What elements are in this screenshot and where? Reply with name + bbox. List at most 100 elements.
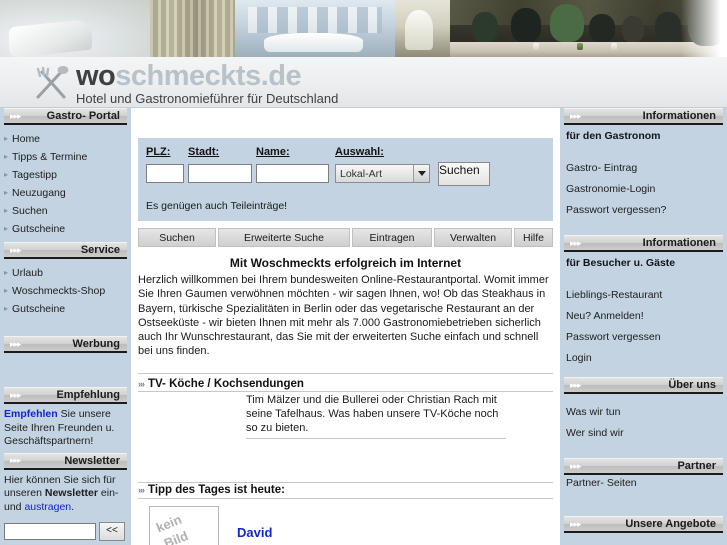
section-arrows-icon: ▸▸▸ — [570, 237, 582, 248]
tab-suchen[interactable]: Suchen — [138, 228, 216, 247]
tab-eintragen[interactable]: Eintragen — [352, 228, 432, 247]
right-link-partner-seiten[interactable]: Partner- Seiten — [560, 475, 727, 494]
intro-paragraph: Herzlich willkommen bei Ihrem bundesweit… — [138, 274, 549, 358]
section-arrows-icon: ››› — [138, 485, 145, 495]
site-tagline: Hotel und Gastronomieführer für Deutschl… — [76, 91, 339, 106]
sidebar-item-gutscheine-service[interactable]: ▸ Gutscheine — [0, 300, 131, 318]
sidebar-item-tipps-termine[interactable]: ▸ Tipps & Termine — [0, 148, 131, 166]
tv-section-rule — [246, 438, 506, 439]
stadt-input[interactable] — [188, 164, 252, 183]
tipp-restaurant-name-link[interactable]: David — [237, 525, 272, 540]
lokal-art-select[interactable]: Lokal-Art — [335, 164, 430, 183]
label-plz: PLZ: — [146, 146, 171, 158]
right-section-subtitle: für den Gastronom — [566, 130, 661, 142]
tv-section-text: Tim Mälzer und die Bullerei oder Christi… — [246, 394, 499, 434]
empfehlen-link[interactable]: Empfehlen — [4, 408, 58, 420]
search-submit-label: Suchen — [439, 163, 480, 177]
divider-above-tv — [138, 373, 553, 374]
chevron-down-icon[interactable] — [413, 165, 429, 182]
right-sidebar: ▸▸▸ Informationen für den Gastronom Gast… — [560, 108, 727, 545]
divider-below-tv-heading — [138, 391, 553, 392]
plz-input[interactable] — [146, 164, 184, 183]
bullet-icon: ▸ — [4, 267, 9, 277]
section-arrows-icon: ▸▸▸ — [570, 379, 582, 390]
sidebar-item-woschmeckts-shop[interactable]: ▸ Woschmeckts-Shop — [0, 282, 131, 300]
right-link-passwort-vergessen[interactable]: Passwort vergessen? — [560, 200, 727, 221]
bullet-icon: ▸ — [4, 223, 9, 233]
sidebar-section-title: Empfehlung — [56, 389, 120, 401]
label-auswahl: Auswahl: — [335, 146, 384, 158]
sidebar-section-title: Newsletter — [64, 454, 120, 467]
section-arrows-icon: ▸▸▸ — [10, 338, 22, 349]
newsletter-bold: Newsletter — [44, 487, 98, 499]
bullet-icon: ▸ — [4, 169, 9, 179]
right-section-title: Unsere Angebote — [625, 518, 716, 530]
sidebar-section-header-empfehlung: ▸▸▸ Empfehlung — [4, 387, 127, 404]
newsletter-email-input[interactable] — [4, 523, 96, 540]
section-heading-label: TV- Köche / Kochsendungen — [148, 378, 304, 390]
banner-photo-window — [235, 0, 395, 57]
search-submit-button[interactable]: Suchen — [438, 162, 490, 186]
right-link-passwort-vergessen-2[interactable]: Passwort vergessen — [560, 327, 727, 348]
divider-above-tipp — [138, 482, 553, 483]
right-section-title: Über uns — [668, 379, 716, 391]
bullet-icon: ▸ — [4, 285, 9, 295]
newsletter-form: << — [0, 518, 131, 541]
logo-bar: woschmeckts.de Hotel und Gastronomieführ… — [0, 57, 727, 108]
right-section-header-informationen-besucher: ▸▸▸ Informationen — [564, 235, 723, 252]
sidebar-links-gastro-portal: ▸ Home ▸ Tipps & Termine ▸ Tagestipp ▸ N… — [0, 125, 131, 242]
main-nav-tabs: Suchen Erweiterte Suche Eintragen Verwal… — [138, 228, 553, 247]
lokal-art-selected-value: Lokal-Art — [340, 167, 383, 180]
right-link-neu-anmelden[interactable]: Neu? Anmelden! — [560, 306, 727, 327]
right-link-wer-sind-wir[interactable]: Wer sind wir — [560, 423, 727, 444]
tab-erweiterte-suche[interactable]: Erweiterte Suche — [218, 228, 350, 247]
newsletter-tail: . — [71, 500, 75, 513]
bullet-icon: ▸ — [4, 205, 9, 215]
banner-photo-curtain — [150, 0, 235, 57]
label-stadt: Stadt: — [188, 146, 220, 158]
logo-secondary-text: schmeckts.de — [115, 60, 302, 92]
sidebar-item-label: Gutscheine — [12, 222, 66, 235]
newsletter-text: Hier können Sie sich für unseren Newslet… — [0, 470, 131, 519]
sidebar-item-label: Neuzugang — [12, 186, 66, 199]
empfehlung-text: Empfehlen Sie unsere Seite Ihren Freunde… — [0, 404, 131, 453]
sidebar-item-label: Home — [12, 132, 41, 145]
page-root: woschmeckts.de Hotel und Gastronomieführ… — [0, 0, 727, 545]
right-section-header-unsere-angebote: ▸▸▸ Unsere Angebote — [564, 516, 723, 533]
bullet-icon: ▸ — [4, 133, 9, 143]
sidebar-item-gutscheine[interactable]: ▸ Gutscheine — [0, 220, 131, 238]
site-logo[interactable]: woschmeckts.de Hotel und Gastronomieführ… — [76, 60, 338, 106]
tab-verwalten[interactable]: Verwalten — [434, 228, 512, 247]
newsletter-submit-button[interactable]: << — [99, 522, 125, 541]
page-title: Mit Woschmeckts erfolgreich im Internet — [229, 256, 462, 270]
sidebar-item-label: Tipps & Termine — [12, 150, 88, 163]
sidebar-item-suchen[interactable]: ▸ Suchen — [0, 202, 131, 220]
sidebar-item-label: Urlaub — [12, 266, 43, 279]
label-name: Name: — [256, 146, 290, 158]
right-section-header-informationen-gastronom: ▸▸▸ Informationen — [564, 108, 723, 125]
sidebar-section-header-gastro-portal: ▸▸▸ Gastro- Portal — [4, 108, 127, 125]
tab-hilfe[interactable]: Hilfe — [514, 228, 553, 247]
sidebar-section-header-newsletter: ▸▸▸ Newsletter — [4, 452, 127, 470]
sidebar-item-neuzugang[interactable]: ▸ Neuzugang — [0, 184, 131, 202]
bullet-icon: ▸ — [4, 151, 9, 161]
right-link-gastronomie-login[interactable]: Gastronomie-Login — [560, 179, 727, 200]
sidebar-section-title: Gastro- Portal — [46, 110, 120, 122]
search-fields-row: Lokal-Art Suchen — [138, 162, 553, 194]
sidebar-item-home[interactable]: ▸ Home — [0, 130, 131, 148]
sidebar-section-header-werbung: ▸▸▸ Werbung — [4, 336, 127, 353]
sidebar-section-title: Werbung — [72, 338, 120, 350]
sidebar-item-tagestipp[interactable]: ▸ Tagestipp — [0, 166, 131, 184]
banner-photo-chef — [395, 0, 450, 57]
right-link-lieblings-restaurant[interactable]: Lieblings-Restaurant — [560, 285, 727, 306]
banner-fade-overlay — [681, 0, 727, 57]
right-section-title: Partner — [677, 460, 716, 472]
right-link-gastro-eintrag[interactable]: Gastro- Eintrag — [560, 158, 727, 179]
name-input[interactable] — [256, 164, 329, 183]
right-link-login[interactable]: Login — [560, 348, 727, 369]
right-section-title: Informationen — [642, 237, 716, 249]
sidebar-item-urlaub[interactable]: ▸ Urlaub — [0, 264, 131, 282]
section-heading-label: Tipp des Tages ist heute: — [148, 484, 285, 496]
right-link-was-wir-tun[interactable]: Was wir tun — [560, 402, 727, 423]
newsletter-austragen-link[interactable]: austragen — [24, 501, 71, 513]
